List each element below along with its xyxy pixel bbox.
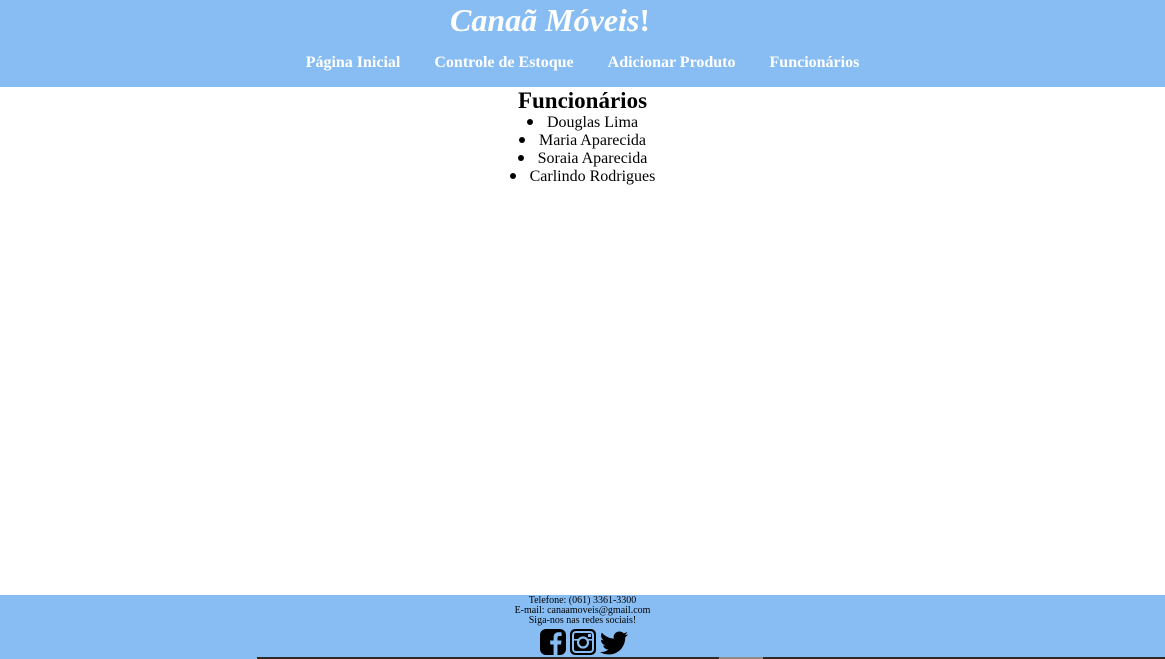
employee-name: Douglas Lima xyxy=(546,114,639,131)
main-nav: Página Inicial Controle de Estoque Adici… xyxy=(0,52,1165,74)
facebook-icon[interactable] xyxy=(539,628,567,656)
nav-link-home[interactable]: Página Inicial xyxy=(289,52,418,74)
bullet-icon xyxy=(509,173,516,180)
employee-name: Soraia Aparecida xyxy=(537,150,648,167)
nav-link-stock-control[interactable]: Controle de Estoque xyxy=(417,52,590,74)
main-content: Funcionários Douglas Lima Maria Aparecid… xyxy=(0,87,1165,186)
bullet-icon xyxy=(517,155,524,162)
top-header: Canaã Móveis! Página Inicial Controle de… xyxy=(0,0,1165,87)
list-item: Maria Aparecida xyxy=(0,132,1165,150)
brand-name: Canaã Móveis xyxy=(450,2,640,38)
list-item: Douglas Lima xyxy=(0,114,1165,132)
bullet-icon xyxy=(526,119,533,126)
page-footer: Telefone: (061) 3361-3300 E-mail: canaam… xyxy=(0,595,1165,659)
brand-exclamation: ! xyxy=(639,2,650,38)
list-item: Carlindo Rodrigues xyxy=(0,168,1165,186)
instagram-icon[interactable] xyxy=(569,628,597,656)
bullet-icon xyxy=(518,137,525,144)
employee-name: Carlindo Rodrigues xyxy=(529,168,656,185)
nav-link-add-product[interactable]: Adicionar Produto xyxy=(591,52,753,74)
page: Canaã Móveis! Página Inicial Controle de… xyxy=(0,0,1165,659)
footer-follow-text: Siga-nos nas redes sociais! xyxy=(528,615,637,626)
nav-link-employees[interactable]: Funcionários xyxy=(753,52,877,74)
page-title: Funcionários xyxy=(517,88,648,113)
social-links xyxy=(0,628,1165,656)
twitter-icon[interactable] xyxy=(599,628,628,656)
list-item: Soraia Aparecida xyxy=(0,150,1165,168)
employee-list: Douglas Lima Maria Aparecida Soraia Apar… xyxy=(0,114,1165,186)
brand-title: Canaã Móveis! xyxy=(0,2,1165,38)
employee-name: Maria Aparecida xyxy=(538,132,647,149)
